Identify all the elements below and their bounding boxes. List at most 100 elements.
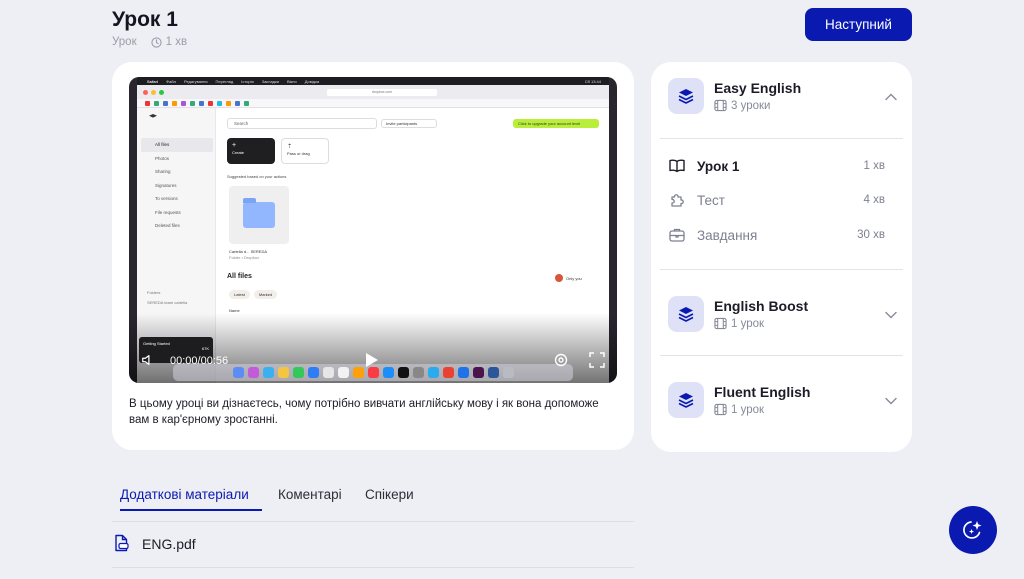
stack-icon [668,296,704,332]
tab-active-indicator [120,509,262,511]
bookmark-icon [199,100,204,106]
file-item[interactable]: ENG.pdf [112,534,634,568]
stack-icon [668,78,704,114]
tab-materials[interactable]: Додаткові матеріали [120,487,249,502]
dock-app-icon [322,367,334,378]
stack-icon [668,382,704,418]
chevron-down-icon[interactable] [884,308,898,322]
video-drop: ⇡ Pass or drag [281,138,329,164]
video-sidebar-item: Sharing [155,169,171,174]
fullscreen-icon[interactable] [589,352,605,368]
zoom-dot-icon [159,89,164,95]
video-search: Search [227,118,377,129]
bookmark-icon [154,100,159,106]
ai-assistant-button[interactable] [949,506,997,554]
play-icon[interactable] [365,352,379,368]
video-sidebar-item: Signatures [155,182,177,188]
settings-icon[interactable] [553,352,569,368]
lesson-card: Safari Файл Редагування Перегляд Історія… [112,62,634,450]
video-only-you-label: Only you [566,275,582,281]
lesson-type: Урок [112,36,137,48]
video-folder-item: SEREDA team cartella [147,300,188,305]
video-folder-name: Cartella d... SEREDA Folder • Dropbox [229,249,267,261]
video-sidebar-item: File requests [155,209,181,215]
dock-app-icon [277,367,289,378]
bookmark-icon [217,100,222,106]
divider [660,355,903,356]
video-sidebar-item: To versions [155,196,178,201]
dock-app-icon [247,367,259,378]
lesson-description: В цьому уроці ви дізнаєтесь, чому потріб… [129,398,599,426]
lesson-name: Тест [697,192,725,208]
bookmark-icon [190,100,195,106]
tab-speakers[interactable]: Спікери [365,487,414,502]
video-player[interactable]: Safari Файл Редагування Перегляд Історія… [129,77,617,383]
volume-icon[interactable] [141,353,155,367]
film-icon [714,99,727,112]
menu-item: Вікно [287,78,297,84]
bookmark-icon [181,100,186,106]
video-clock: Сб 13:44 [584,78,601,84]
video-sidebar-item: Photos [155,155,170,161]
video-folders: Folders SEREDA team cartella [147,288,187,308]
upload-icon: ⇡ [287,144,293,150]
video-suggested: Suggested based on your actions [227,174,287,179]
clock-icon [150,36,162,48]
page-title: Урок 1 [112,8,178,31]
lesson-item-assignment[interactable]: Завдання 30 хв [668,224,885,246]
lesson-item-test[interactable]: Тест 4 хв [668,189,885,211]
dock-app-icon [262,367,274,378]
video-chip: Latest [229,290,250,299]
video-invite: Invite participants [381,119,437,128]
lesson-name: Урок 1 [697,158,740,174]
lesson-duration: 1 хв [150,36,188,48]
bookmark-icon [172,100,177,106]
dock-app-icon [457,367,469,378]
video-folders-label: Folders [147,290,161,295]
video-only-you: Only you [555,274,582,282]
dock-app-icon [502,367,514,378]
video-time: 00:00/00:56 [170,355,229,367]
dock-app-icon [382,367,394,378]
lesson-item-duration: 4 хв [863,194,885,206]
video-chips: Latest Marked [229,290,278,299]
dock-app-icon [292,367,304,378]
lesson-duration-text: 1 хв [165,36,188,48]
divider [660,269,903,270]
puzzle-icon [671,194,684,207]
chevron-down-icon[interactable] [884,394,898,408]
chevron-up-icon[interactable] [884,90,898,104]
dock-app-icon [472,367,484,378]
video-upgrade: Click to upgrade your account level [513,119,599,128]
course-name: Easy English [714,80,802,96]
lesson-item-duration: 1 хв [863,160,885,172]
bookmark-icon [244,100,249,106]
course-english-boost[interactable]: English Boost 1 урок [668,296,898,336]
bookmark-icon [145,100,150,106]
minimize-dot-icon [151,89,156,95]
next-lesson-button[interactable]: Наступний [805,8,912,41]
video-urlbar: dropbox.com [327,88,437,96]
lesson-item-duration: 30 хв [857,229,885,241]
video-browser-toolbar: dropbox.com [137,85,609,99]
dock-app-icon [397,367,409,378]
page-header: Урок 1 Урок 1 хв Наступний [112,8,912,58]
video-chip: Marked [253,290,278,299]
menu-item: Довідка [304,78,320,84]
plus-icon: + [232,142,237,149]
lesson-meta: Урок 1 хв [112,36,187,48]
bookmark-icon [226,100,231,106]
dock-app-icon [337,367,349,378]
course-name: Fluent English [714,384,811,400]
menu-item: Редагування [183,78,208,84]
folder-icon [243,198,275,228]
dock-app-icon [367,367,379,378]
course-lesson-count: 1 урок [714,317,764,330]
lesson-item-lesson-1[interactable]: Урок 1 1 хв [668,155,885,177]
video-folder-tile [229,186,289,244]
course-lesson-count: 1 урок [714,403,764,416]
course-fluent-english[interactable]: Fluent English 1 урок [668,382,898,422]
course-easy-english[interactable]: Easy English 3 уроки [668,78,898,118]
tab-comments[interactable]: Коментарі [278,487,342,502]
video-sidebar-item: All files [141,138,213,152]
